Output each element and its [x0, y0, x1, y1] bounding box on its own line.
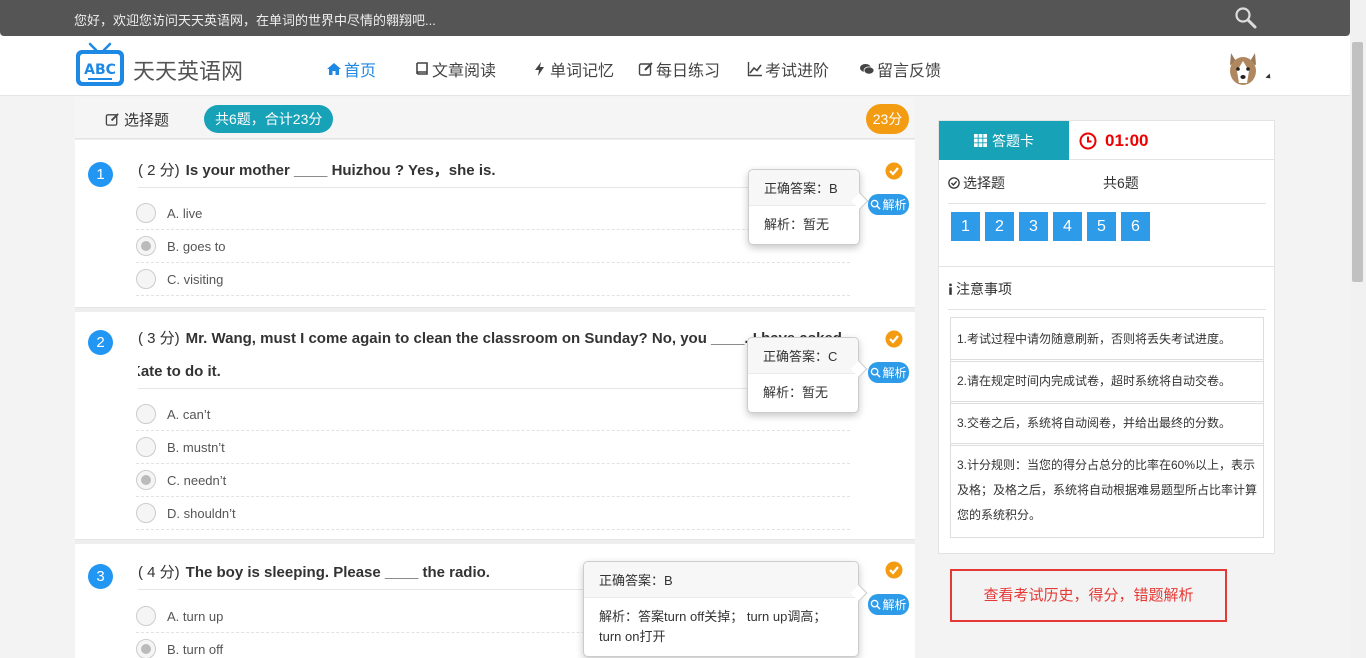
check-circle-icon — [885, 330, 903, 348]
question-count: 共6题 — [1103, 175, 1139, 191]
check-circle-icon — [948, 177, 960, 189]
nav-feedback[interactable]: 留言反馈 — [859, 57, 941, 81]
analysis-button[interactable]: 解析 — [868, 362, 909, 383]
question-number: 3 — [88, 564, 113, 589]
correct-answer: 正确答案：B — [749, 170, 859, 206]
radio-button[interactable] — [136, 606, 156, 626]
search-icon — [871, 367, 882, 378]
analysis-button[interactable]: 解析 — [868, 194, 909, 215]
comments-icon — [860, 64, 875, 75]
analysis-text: 解析：暂无 — [763, 385, 829, 400]
bolt-icon — [535, 62, 544, 76]
brand-name[interactable]: 天天英语网 — [133, 54, 243, 86]
option-c[interactable]: C. needn’t — [136, 464, 850, 497]
edit-icon — [638, 62, 653, 76]
search-icon — [871, 599, 882, 610]
section-title: 选择题 — [105, 109, 169, 130]
question-nav-1[interactable]: 1 — [951, 212, 980, 241]
question-number: 1 — [88, 162, 113, 187]
analysis-button[interactable]: 解析 — [868, 594, 909, 615]
notice-item: 2.请在规定时间内完成试卷，超时系统将自动交卷。 — [950, 359, 1264, 404]
answer-card-panel: 答题卡 01:00 选择题 共6题 1 2 3 4 5 6 注意事项 1.考试过… — [938, 120, 1275, 554]
logo-tv-icon[interactable]: ABC — [74, 42, 126, 90]
question-nav-3[interactable]: 3 — [1019, 212, 1048, 241]
top-bar: 您好，欢迎您访问天天英语网，在单词的世界中尽情的翱翔吧... — [0, 0, 1350, 36]
edit-icon — [105, 113, 119, 126]
radio-button[interactable] — [136, 269, 156, 289]
option-b[interactable]: B. mustn’t — [136, 431, 850, 464]
answer-popover-3: 正确答案：B 解析：答案turn off关掉； turn up调高；turn o… — [583, 561, 859, 657]
countdown-timer: 01:00 — [1079, 131, 1148, 151]
question-text: ( 2 分) Is your mother ____ Huizhou ? Yes，… — [138, 154, 850, 188]
nav-exam-advance[interactable]: 考试进阶 — [747, 57, 829, 81]
scrollbar-thumb[interactable] — [1352, 42, 1363, 282]
option-a[interactable]: A. live — [136, 197, 850, 230]
answer-card-tab[interactable]: 答题卡 — [939, 121, 1069, 160]
radio-button[interactable] — [136, 203, 156, 223]
notice-item: 3.计分规则：当您的得分占总分的比率在60%以上，表示及格；及格之后，系统将自动… — [950, 443, 1264, 538]
book-icon — [416, 62, 428, 75]
answer-popover-1: 正确答案：B 解析：暂无 — [748, 169, 860, 245]
notice-title: 注意事项 — [948, 279, 1266, 310]
search-icon — [871, 199, 882, 210]
search-icon[interactable] — [1233, 5, 1259, 31]
option-d[interactable]: D. shouldn’t — [136, 497, 850, 530]
radio-button[interactable] — [136, 236, 156, 256]
tab-divider — [1069, 159, 1275, 160]
page-scrollbar[interactable] — [1350, 0, 1366, 658]
analysis-text: 解析：暂无 — [764, 217, 830, 232]
option-a[interactable]: A. can’t — [136, 398, 850, 431]
nav-word-memory[interactable]: 单词记忆 — [532, 57, 614, 81]
nav-article-reading[interactable]: 文章阅读 — [414, 57, 496, 81]
user-avatar[interactable] — [1224, 49, 1262, 87]
radio-button[interactable] — [136, 404, 156, 424]
notice-item: 3.交卷之后，系统将自动阅卷，并给出最终的分数。 — [950, 401, 1264, 446]
home-icon — [327, 63, 341, 75]
analysis-text: 解析：答案turn off关掉； turn up调高；turn on打开 — [599, 609, 827, 644]
welcome-text: 您好，欢迎您访问天天英语网，在单词的世界中尽情的翱翔吧... — [74, 13, 436, 28]
question-nav-5[interactable]: 5 — [1087, 212, 1116, 241]
question-nav-buttons: 1 2 3 4 5 6 — [951, 212, 1150, 241]
answer-card-summary: 选择题 共6题 — [948, 173, 1266, 204]
radio-button[interactable] — [136, 437, 156, 457]
husky-avatar-icon — [1224, 49, 1262, 87]
check-circle-icon — [885, 162, 903, 180]
correct-answer: 正确答案：B — [584, 562, 858, 598]
option-c[interactable]: C. visiting — [136, 263, 850, 296]
nav-home[interactable]: 首页 — [326, 57, 376, 81]
question-number: 2 — [88, 330, 113, 355]
question-text: ( 3 分) Mr. Wang, must I come again to cle… — [138, 322, 850, 389]
main-navbar: ABC 天天英语网 首页 文章阅读 单词记忆 每日练习 考试进阶 留言反馈 — [0, 36, 1350, 116]
grid-icon — [974, 134, 987, 147]
side-divider — [939, 266, 1274, 267]
correct-answer: 正确答案：C — [748, 338, 858, 374]
total-badge: 共6题，合计23分 — [204, 105, 334, 133]
question-nav-4[interactable]: 4 — [1053, 212, 1082, 241]
question-nav-6[interactable]: 6 — [1121, 212, 1150, 241]
check-circle-icon — [885, 561, 903, 579]
notice-item: 1.考试过程中请勿随意刷新，否则将丢失考试进度。 — [950, 317, 1264, 362]
logo-text: ABC — [84, 62, 116, 78]
answer-popover-2: 正确答案：C 解析：暂无 — [747, 337, 859, 413]
option-b[interactable]: B. goes to — [136, 230, 850, 263]
radio-button[interactable] — [136, 639, 156, 658]
question-panel-header: 选择题 共6题，合计23分 23分 — [75, 97, 915, 139]
chart-icon — [747, 62, 762, 77]
question-nav-2[interactable]: 2 — [985, 212, 1014, 241]
avatar-caret-icon — [1265, 73, 1273, 81]
radio-button[interactable] — [136, 503, 156, 523]
radio-button[interactable] — [136, 470, 156, 490]
clock-icon — [1079, 132, 1097, 150]
info-icon — [949, 283, 952, 295]
score-badge: 23分 — [866, 104, 909, 134]
exam-history-button[interactable]: 查看考试历史，得分，错题解析 — [950, 569, 1227, 622]
nav-daily-practice[interactable]: 每日练习 — [638, 57, 720, 81]
